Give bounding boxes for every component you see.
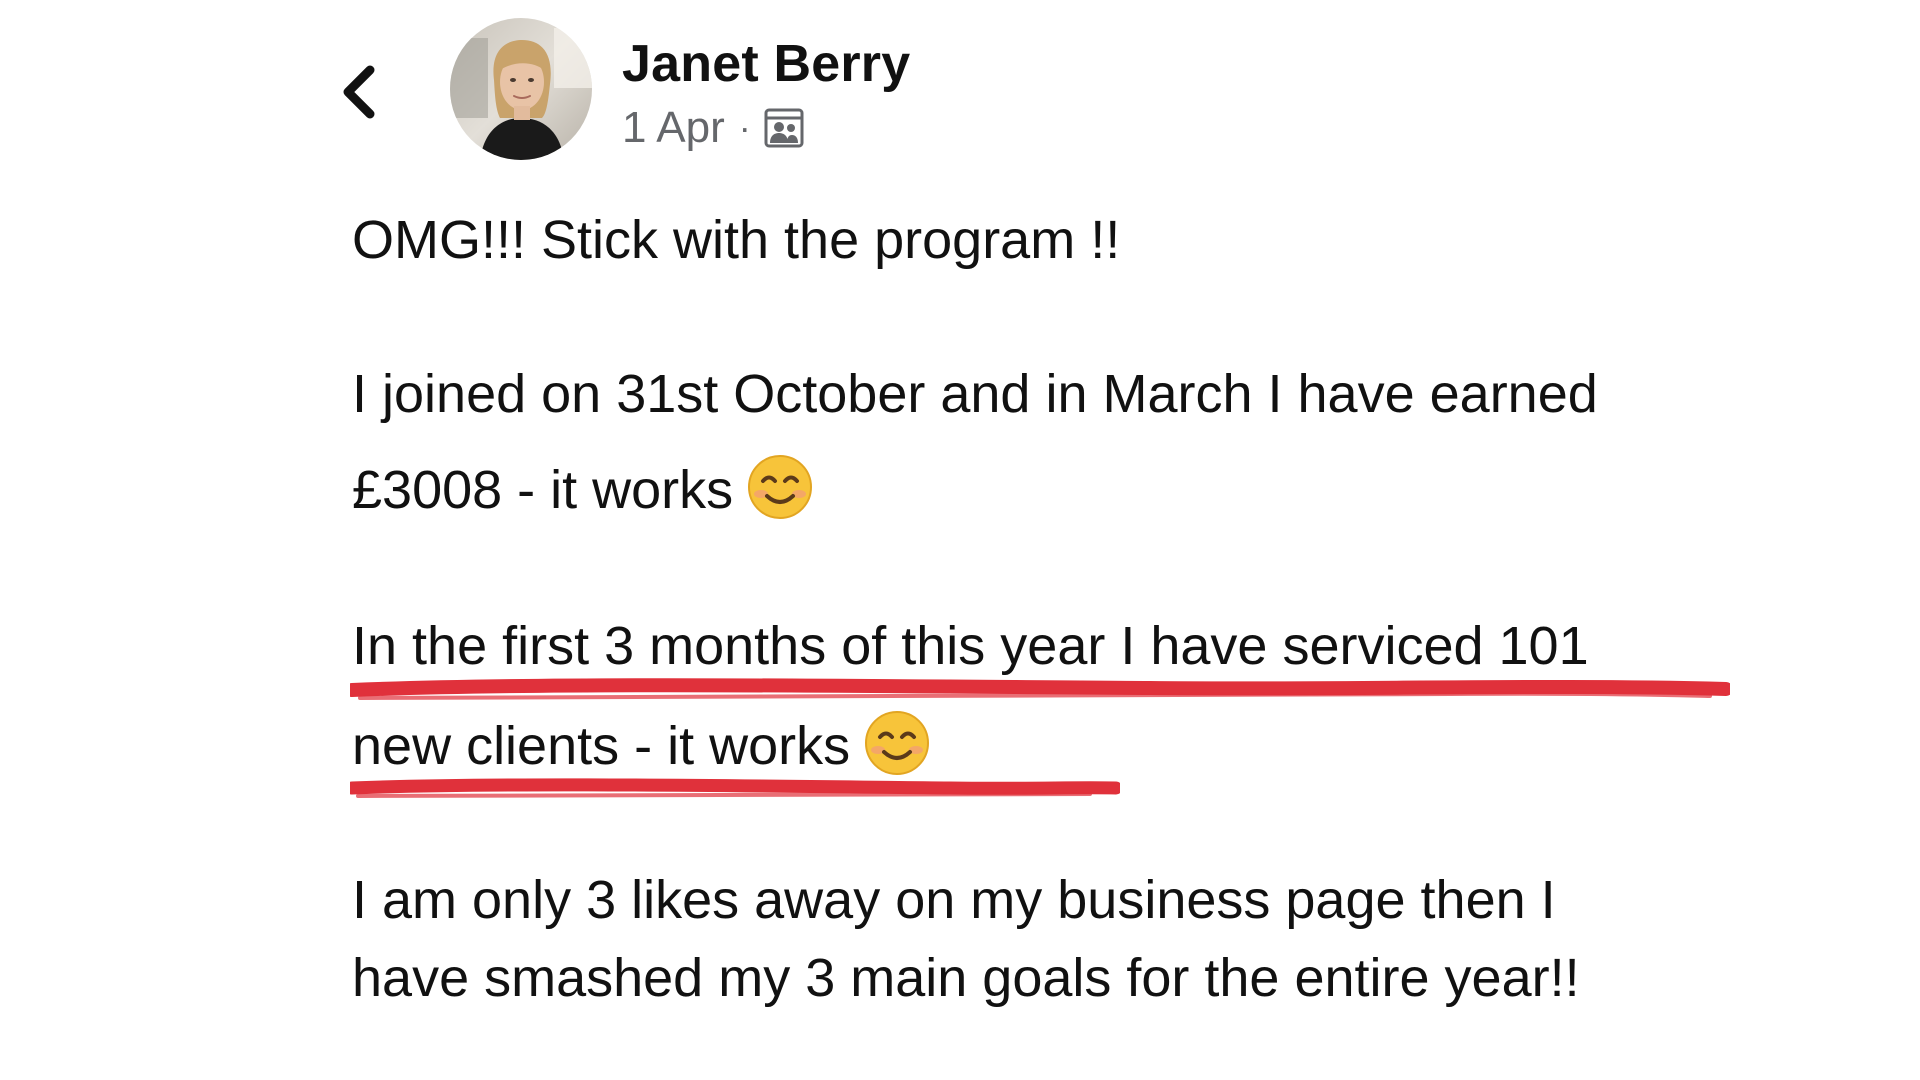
author-name[interactable]: Janet Berry [622, 34, 910, 94]
avatar-image [450, 18, 592, 160]
post-text-line: In the first 3 months of this year I hav… [352, 616, 1589, 676]
post-meta: 1 Apr · [622, 103, 805, 153]
chevron-left-icon [343, 65, 375, 119]
post-text-line: £3008 - it works [352, 454, 813, 522]
post-text-line: I joined on 31st October and in March I … [352, 364, 1598, 424]
post-text-line: I am only 3 likes away on my business pa… [352, 870, 1556, 930]
red-underline-stroke [350, 778, 1120, 798]
back-button[interactable] [330, 52, 390, 132]
post-text-line: OMG!!! Stick with the program !! [352, 210, 1121, 270]
post-view: Janet Berry 1 Apr · OMG!!! Stick with th… [0, 0, 1920, 1080]
post-text-line: new clients - it works [352, 710, 930, 778]
red-underline-stroke [350, 678, 1730, 700]
group-audience-icon[interactable] [763, 107, 805, 149]
smiling-face-emoji [864, 710, 930, 776]
post-text-segment: new clients - it works [352, 716, 851, 776]
post-text-line: have smashed my 3 main goals for the ent… [352, 948, 1580, 1008]
post-text-segment: £3008 - it works [352, 460, 734, 520]
smiling-face-emoji [747, 454, 813, 520]
post-date[interactable]: 1 Apr [622, 103, 725, 153]
avatar[interactable] [450, 18, 592, 160]
meta-separator: · [738, 107, 751, 148]
